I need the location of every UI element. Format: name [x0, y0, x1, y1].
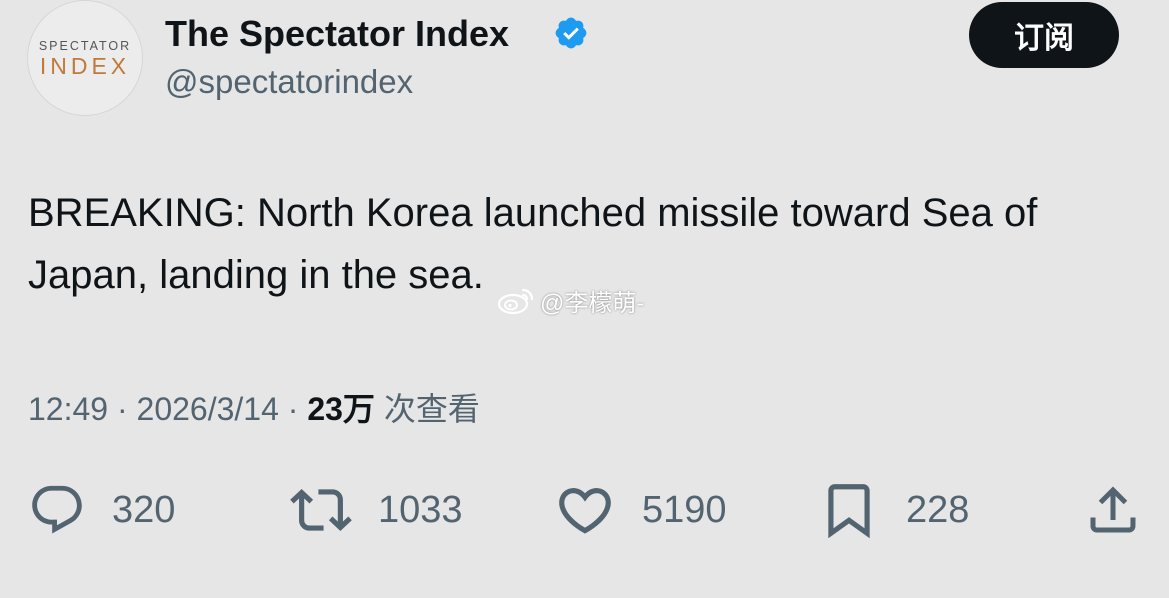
- bookmark-icon: [828, 484, 870, 539]
- retweet-icon: [290, 489, 352, 531]
- meta-separator: ·: [108, 391, 137, 427]
- views-label: 次查看: [374, 391, 480, 427]
- watermark-text: @李檬萌-: [540, 290, 645, 317]
- like-button[interactable]: 5190: [554, 480, 727, 540]
- views-count: 23万: [307, 391, 375, 427]
- avatar-logo-line2: INDEX: [39, 53, 131, 80]
- reply-count: 320: [112, 488, 176, 531]
- watermark: @李檬萌-: [496, 283, 644, 318]
- display-name[interactable]: The Spectator Index: [165, 12, 509, 56]
- account-handle[interactable]: @spectatorindex: [165, 60, 413, 104]
- weibo-icon: [497, 288, 534, 314]
- bookmark-count: 228: [906, 488, 970, 531]
- reply-icon: [32, 485, 82, 534]
- like-count: 5190: [642, 488, 727, 531]
- avatar-logo-line1: SPECTATOR: [38, 38, 132, 53]
- tweet-meta: 12:49 · 2026/3/14 · 23万 次查看: [28, 386, 480, 432]
- bookmark-button[interactable]: 228: [818, 480, 969, 540]
- tweet-time[interactable]: 12:49: [28, 391, 108, 427]
- reply-button[interactable]: 320: [28, 480, 175, 540]
- avatar[interactable]: SPECTATOR INDEX: [27, 0, 143, 116]
- verified-badge-icon: [555, 17, 587, 49]
- retweet-count: 1033: [378, 488, 463, 531]
- share-icon: [1090, 486, 1136, 533]
- meta-separator: ·: [278, 391, 308, 427]
- tweet-date[interactable]: 2026/3/14: [137, 391, 279, 427]
- subscribe-button[interactable]: 订阅: [969, 2, 1119, 68]
- retweet-button[interactable]: 1033: [290, 480, 463, 540]
- share-button[interactable]: [1083, 480, 1143, 540]
- heart-icon: [559, 488, 611, 534]
